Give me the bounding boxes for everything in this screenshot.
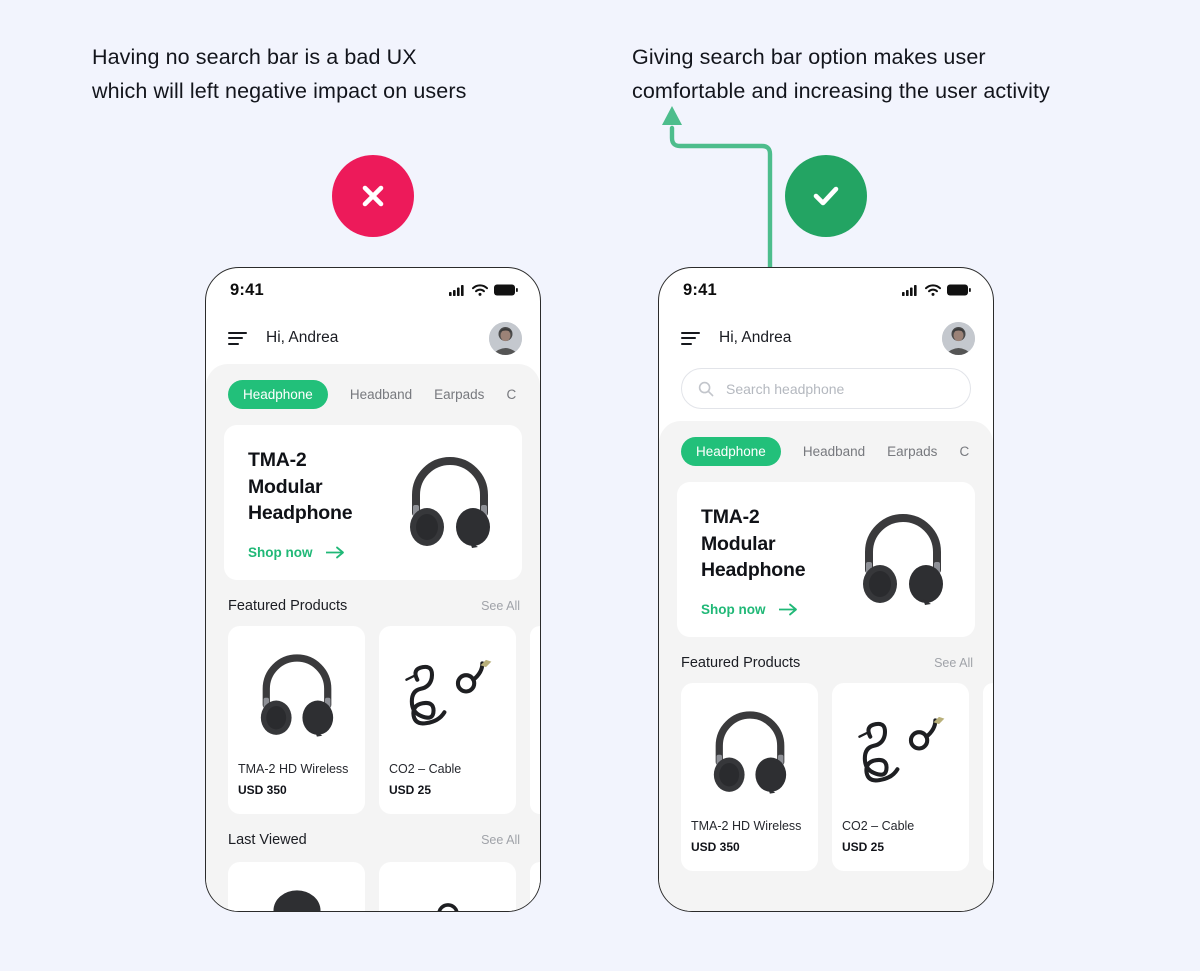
- section-title: Last Viewed: [228, 832, 307, 848]
- product-image: [691, 693, 808, 813]
- signal-icon: [902, 285, 917, 296]
- user-avatar-image: [942, 321, 975, 355]
- chip-headband[interactable]: Headband: [350, 387, 434, 402]
- scroll-content: Headphone Headband Earpads C TMA-2 Modul…: [659, 421, 993, 911]
- product-price: USD 350: [238, 783, 287, 797]
- avatar[interactable]: [942, 321, 975, 355]
- status-bar: 9:41: [206, 268, 540, 312]
- section-header-featured: Featured Products See All: [659, 637, 993, 671]
- section-title: Featured Products: [681, 655, 801, 671]
- hero-card[interactable]: TMA-2 Modular Headphone Shop now: [677, 482, 975, 637]
- canvas: Having no search bar is a bad UX which w…: [0, 0, 1200, 971]
- greeting-text: Hi, Andrea: [719, 329, 792, 346]
- shop-now-label: Shop now: [701, 602, 766, 617]
- product-row-featured: TMA-2 HD Wireless USD 350 CO2 – Cable US…: [206, 614, 540, 814]
- wifi-icon: [472, 284, 488, 296]
- search-bar-container: Search headphone: [659, 364, 993, 421]
- product-card[interactable]: [379, 862, 516, 911]
- status-time: 9:41: [230, 280, 264, 299]
- status-bar: 9:41: [659, 268, 993, 312]
- category-chips: Headphone Headband Earpads C: [206, 380, 540, 409]
- headphone-illustration: [713, 711, 786, 794]
- chip-headphone[interactable]: Headphone: [228, 380, 328, 409]
- hamburger-icon[interactable]: [681, 331, 700, 345]
- shop-now-label: Shop now: [248, 545, 313, 560]
- avatar[interactable]: [489, 321, 522, 355]
- headphone-illustration: [410, 457, 490, 548]
- arrow-right-icon: [325, 546, 344, 559]
- see-all-link[interactable]: See All: [481, 833, 520, 847]
- section-header-featured: Featured Products See All: [206, 580, 540, 614]
- phone-mockup-with-search: 9:41 Hi, Andrea Search headphone Headpho…: [658, 267, 994, 912]
- category-chips: Headphone Headband Earpads C: [659, 437, 993, 466]
- product-image: [389, 872, 506, 911]
- scroll-content: Headphone Headband Earpads C TMA-2 Modul…: [206, 364, 540, 911]
- caption-right: Giving search bar option makes user comf…: [632, 45, 1050, 103]
- battery-icon: [947, 284, 971, 296]
- product-card[interactable]: TMA-2 HD Wireless USD 350: [228, 626, 365, 814]
- product-image: [389, 636, 506, 756]
- search-input[interactable]: Search headphone: [681, 368, 971, 409]
- cable-illustration: [404, 659, 491, 726]
- status-icons: [449, 284, 518, 296]
- status-icons: [902, 284, 971, 296]
- check-icon: [813, 186, 839, 206]
- see-all-link[interactable]: See All: [934, 656, 973, 670]
- app-header: Hi, Andrea: [659, 312, 993, 364]
- chip-headband[interactable]: Headband: [803, 444, 887, 459]
- product-name: TMA-2 HD Wireless: [691, 819, 802, 833]
- product-price: USD 350: [691, 840, 740, 854]
- signal-icon: [449, 285, 464, 296]
- headphone-illustration: [260, 654, 333, 737]
- product-card-partial[interactable]: [530, 626, 540, 814]
- hero-card[interactable]: TMA-2 Modular Headphone Shop now: [224, 425, 522, 580]
- chip-earpads[interactable]: Earpads: [434, 387, 506, 402]
- shop-now-link[interactable]: Shop now: [248, 545, 345, 560]
- headphone-illustration: [863, 514, 943, 605]
- chip-overflow[interactable]: C: [959, 444, 991, 459]
- search-icon: [698, 381, 714, 396]
- wifi-icon: [925, 284, 941, 296]
- product-image: [842, 693, 959, 813]
- see-all-link[interactable]: See All: [481, 599, 520, 613]
- cross-icon: [362, 185, 384, 207]
- greeting-text: Hi, Andrea: [266, 329, 339, 346]
- product-name: CO2 – Cable: [842, 819, 915, 833]
- caption-left: Having no search bar is a bad UX which w…: [92, 45, 467, 103]
- cable-illustration: [437, 903, 458, 911]
- headphone-illustration: [273, 890, 320, 911]
- product-row-last-viewed: [206, 848, 540, 911]
- app-header: Hi, Andrea: [206, 312, 540, 364]
- bad-example-badge: [332, 155, 414, 237]
- status-time: 9:41: [683, 280, 717, 299]
- battery-icon: [494, 284, 518, 296]
- shop-now-link[interactable]: Shop now: [701, 602, 798, 617]
- product-card[interactable]: TMA-2 HD Wireless USD 350: [681, 683, 818, 871]
- cable-illustration: [857, 716, 944, 783]
- product-card[interactable]: CO2 – Cable USD 25: [832, 683, 969, 871]
- product-row-featured: TMA-2 HD Wireless USD 350 CO2 – Cable US…: [659, 671, 993, 871]
- product-price: USD 25: [389, 783, 432, 797]
- section-title: Featured Products: [228, 598, 348, 614]
- chip-earpads[interactable]: Earpads: [887, 444, 959, 459]
- section-header-last-viewed: Last Viewed See All: [206, 814, 540, 848]
- phone-mockup-without-search: 9:41 Hi, Andrea Headphone Headband Earpa…: [205, 267, 541, 912]
- hamburger-icon[interactable]: [228, 331, 247, 345]
- user-avatar-image: [489, 321, 522, 355]
- product-card-partial[interactable]: [530, 862, 540, 911]
- product-card-partial[interactable]: [983, 683, 993, 871]
- chip-overflow[interactable]: C: [506, 387, 538, 402]
- product-card[interactable]: [228, 862, 365, 911]
- product-name: TMA-2 HD Wireless: [238, 762, 349, 776]
- product-card[interactable]: CO2 – Cable USD 25: [379, 626, 516, 814]
- product-image: [238, 636, 355, 756]
- search-placeholder: Search headphone: [726, 380, 845, 397]
- product-name: CO2 – Cable: [389, 762, 462, 776]
- product-price: USD 25: [842, 840, 885, 854]
- arrow-right-icon: [778, 603, 797, 616]
- product-image: [238, 872, 355, 911]
- chip-headphone[interactable]: Headphone: [681, 437, 781, 466]
